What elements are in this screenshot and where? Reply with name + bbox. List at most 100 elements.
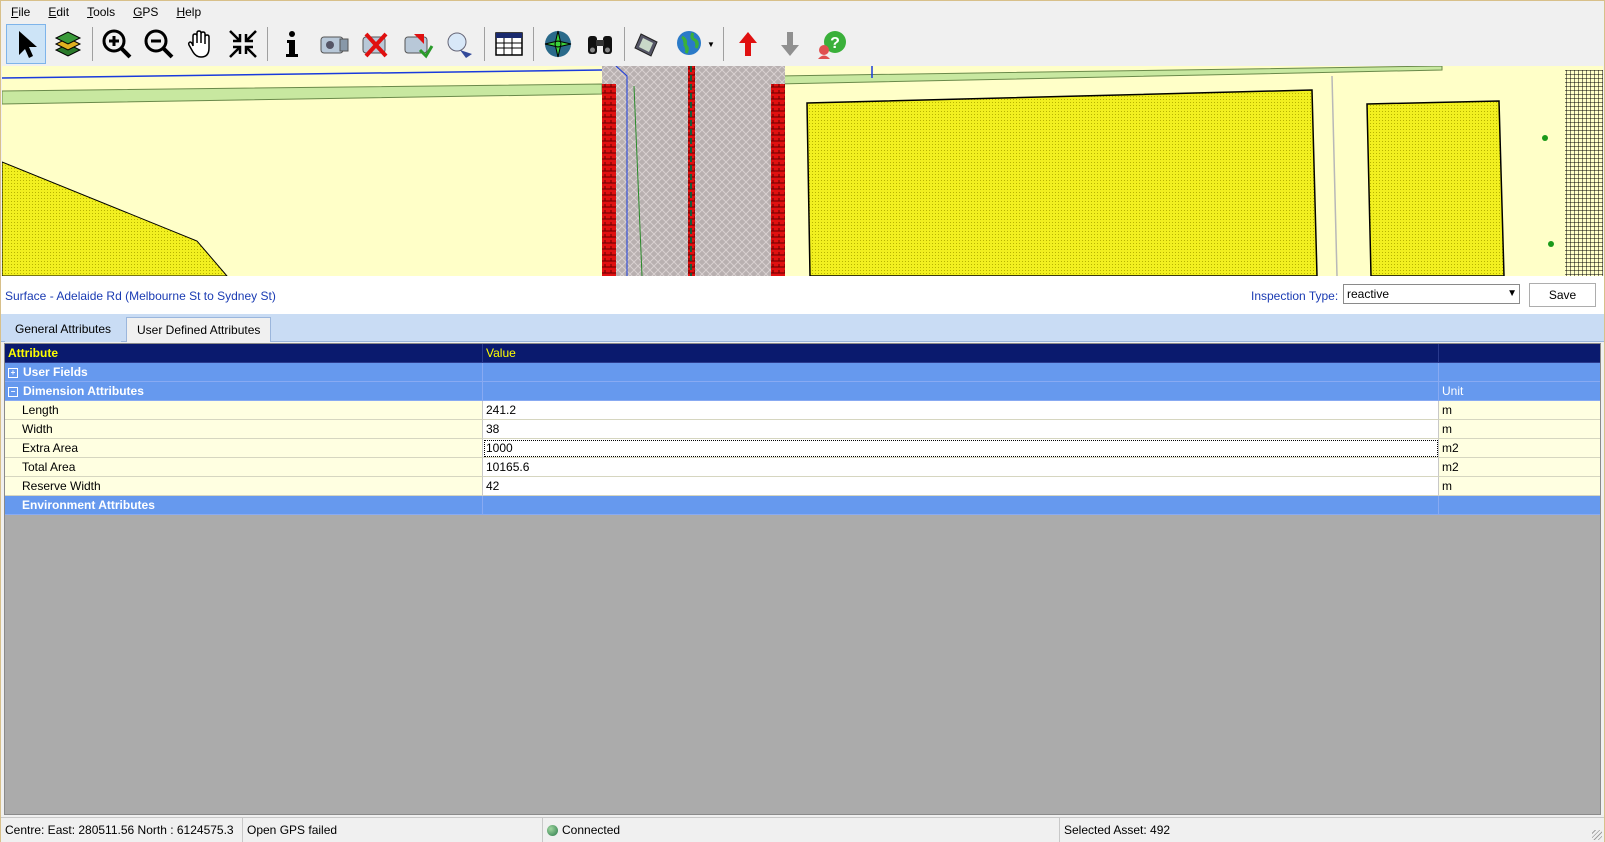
select-tool-button[interactable] [6,24,46,64]
camera-icon [320,36,349,54]
save-button[interactable]: Save [1529,283,1596,307]
globe-icon [677,31,702,55]
status-gps: Open GPS failed [243,818,543,842]
inspect-camera-icon [404,34,434,59]
attribute-unit: m [1439,401,1600,420]
unit-header: Unit [1439,382,1600,401]
gps-device-icon [634,33,658,57]
up-arrow-icon [739,32,757,56]
connection-globe-icon [547,825,558,837]
table-row: Width 38 m [5,420,1600,439]
chevron-down-icon: ▼ [1507,288,1517,299]
table-button[interactable] [489,24,529,64]
group-row-dimension-attributes[interactable]: − Dimension Attributes Unit [5,382,1600,401]
inspection-type-label: Inspection Type: [1251,289,1339,303]
help-button[interactable]: ? [812,24,852,64]
status-selected-asset: Selected Asset: 492 [1064,823,1171,837]
globe-dropdown-button[interactable]: ▼ [671,24,719,64]
status-bar: Centre: East: 280511.56 North : 6124575.… [1,817,1604,842]
group-label: User Fields [23,365,88,379]
compass-button[interactable] [538,24,578,64]
group-row-user-fields[interactable]: + User Fields [5,363,1600,382]
layers-button[interactable] [48,24,88,64]
gps-device-button[interactable] [629,24,669,64]
collapse-icon[interactable]: − [8,386,18,397]
find-button[interactable] [580,24,620,64]
menu-bar: File Edit Tools GPS Help [1,3,1604,21]
binoculars-icon [588,36,612,54]
app-window: File Edit Tools GPS Help ▼ ? Surface - A… [0,0,1605,842]
menu-edit[interactable]: Edit [38,5,77,19]
attribute-value-reserve-width[interactable]: 42 [483,477,1439,496]
down-arrow-icon [781,32,799,56]
attribute-name: Total Area [5,458,483,477]
attribute-unit: m [1439,477,1600,496]
delete-photo-button[interactable] [356,24,396,64]
attribute-name: Extra Area [5,439,483,458]
attribute-unit: m2 [1439,439,1600,458]
svg-text:?: ? [830,35,840,52]
menu-file[interactable]: File [1,5,38,19]
inspect-photo-button[interactable] [398,24,438,64]
status-connection-text: Connected [562,823,621,837]
attribute-column-header[interactable]: Attribute [5,344,483,363]
inspection-type-value: reactive [1347,287,1390,301]
asset-title: Surface - Adelaide Rd (Melbourne St to S… [5,289,276,303]
table-row: Reserve Width 42 m [5,477,1600,496]
toolbar: ▼ ? [1,22,1604,66]
attribute-unit: m2 [1439,458,1600,477]
table-row: Length 241.2 m [5,401,1600,420]
attribute-unit: m [1439,420,1600,439]
info-button[interactable] [272,24,312,64]
menu-help[interactable]: Help [166,5,209,19]
search-map-icon [447,32,472,58]
attribute-value-width[interactable]: 38 [483,420,1439,439]
menu-gps[interactable]: GPS [123,5,166,19]
table-row: Extra Area 1000 m2 [5,439,1600,458]
help-icon: ? [818,31,846,59]
select-arrow-icon [19,31,37,58]
status-centre-coordinates: Centre: East: 280511.56 North : 6124575.… [1,818,243,842]
toolbar-separator [624,27,625,61]
expand-icon[interactable]: + [8,367,18,378]
toolbar-separator [267,27,268,61]
attribute-value-extra-area[interactable]: 1000 [483,439,1439,458]
move-down-button[interactable] [770,24,810,64]
tab-general-attributes[interactable]: General Attributes [5,317,122,342]
pan-button[interactable] [181,24,221,64]
value-column-header[interactable]: Value [483,344,1439,363]
zoom-in-button[interactable] [97,24,137,64]
group-label: Dimension Attributes [23,384,144,398]
map-canvas[interactable] [2,66,1603,276]
map-search-button[interactable] [440,24,480,64]
pan-hand-icon [187,30,210,58]
toolbar-separator [484,27,485,61]
tab-user-defined-attributes[interactable]: User Defined Attributes [126,317,272,342]
move-up-button[interactable] [728,24,768,64]
status-connection: Connected [543,818,1060,842]
delete-camera-icon [362,32,388,58]
inspection-type-select[interactable]: reactive ▼ [1343,284,1520,304]
map-view[interactable] [2,66,1603,276]
zoom-extent-button[interactable] [223,24,263,64]
zoom-in-icon [102,29,132,59]
attribute-value-length[interactable]: 241.2 [483,401,1439,420]
resize-grip-icon[interactable] [1592,830,1602,840]
attribute-name: Width [5,420,483,439]
grid-header-row: Attribute Value [5,344,1600,363]
table-icon [495,32,523,56]
zoom-out-button[interactable] [139,24,179,64]
zoom-out-icon [144,29,174,59]
info-icon [286,31,298,57]
compass-icon [544,30,572,58]
attribute-value-total-area[interactable]: 10165.6 [483,458,1439,477]
attribute-name: Length [5,401,483,420]
unit-column-header [1439,344,1600,363]
menu-tools[interactable]: Tools [77,5,123,19]
toolbar-separator [92,27,93,61]
camera-button[interactable] [314,24,354,64]
toolbar-separator [723,27,724,61]
chevron-down-icon: ▼ [707,39,715,49]
group-row-environment-attributes[interactable]: Environment Attributes [5,496,1600,515]
zoom-extent-icon [229,30,257,58]
